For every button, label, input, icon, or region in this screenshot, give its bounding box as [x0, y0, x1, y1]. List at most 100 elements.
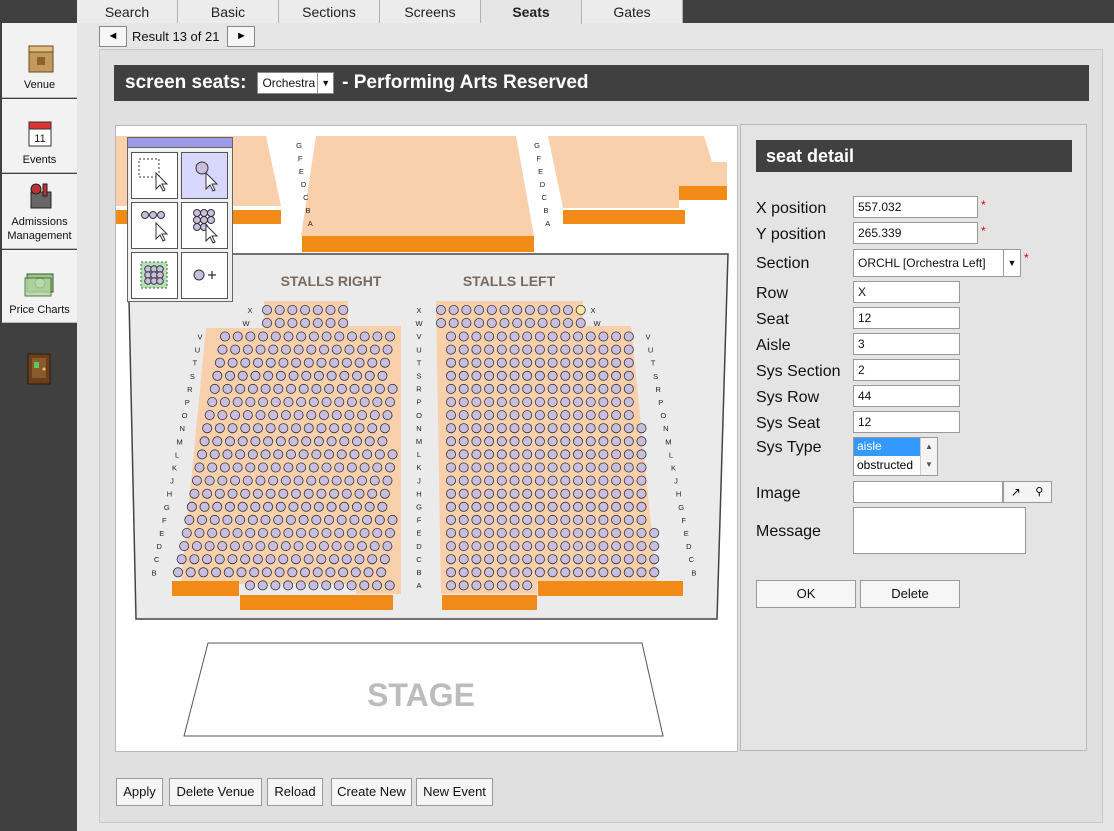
- tab-screens[interactable]: Screens: [380, 0, 481, 23]
- seat[interactable]: [240, 554, 251, 565]
- seat[interactable]: [316, 488, 327, 499]
- seat[interactable]: [547, 501, 558, 512]
- seat[interactable]: [562, 304, 573, 315]
- seat[interactable]: [232, 331, 243, 342]
- seat[interactable]: [199, 436, 210, 447]
- seat[interactable]: [598, 462, 609, 473]
- seat[interactable]: [445, 462, 456, 473]
- seat[interactable]: [280, 475, 291, 486]
- seat[interactable]: [299, 567, 310, 578]
- seat[interactable]: [458, 344, 469, 355]
- seat[interactable]: [461, 304, 472, 315]
- seat[interactable]: [240, 423, 251, 434]
- seat[interactable]: [274, 304, 285, 315]
- seat[interactable]: [349, 383, 360, 394]
- seat[interactable]: [572, 488, 583, 499]
- seat[interactable]: [209, 449, 220, 460]
- ok-button[interactable]: OK: [756, 580, 856, 608]
- seat[interactable]: [326, 436, 337, 447]
- seat[interactable]: [237, 501, 248, 512]
- seat[interactable]: [242, 344, 253, 355]
- aisle-input[interactable]: 3: [853, 333, 960, 355]
- seat[interactable]: [202, 488, 213, 499]
- seat[interactable]: [235, 449, 246, 460]
- seat[interactable]: [287, 567, 298, 578]
- seat[interactable]: [547, 554, 558, 565]
- seat[interactable]: [458, 449, 469, 460]
- seat[interactable]: [534, 554, 545, 565]
- seat[interactable]: [257, 462, 268, 473]
- seat[interactable]: [623, 527, 634, 538]
- seat[interactable]: [509, 580, 520, 591]
- seat[interactable]: [458, 383, 469, 394]
- seat[interactable]: [369, 475, 380, 486]
- seat[interactable]: [325, 317, 336, 328]
- seat[interactable]: [623, 344, 634, 355]
- seat[interactable]: [649, 541, 660, 552]
- seat[interactable]: [255, 410, 266, 421]
- seat[interactable]: [611, 410, 622, 421]
- seat[interactable]: [362, 449, 373, 460]
- seat[interactable]: [316, 357, 327, 368]
- exit-door-icon[interactable]: [26, 353, 52, 385]
- seat[interactable]: [611, 370, 622, 381]
- seat[interactable]: [547, 567, 558, 578]
- seat[interactable]: [509, 410, 520, 421]
- seat[interactable]: [572, 370, 583, 381]
- seat[interactable]: [560, 449, 571, 460]
- seat[interactable]: [217, 410, 228, 421]
- seat[interactable]: [232, 462, 243, 473]
- seat[interactable]: [333, 580, 344, 591]
- seat[interactable]: [585, 344, 596, 355]
- seat[interactable]: [496, 357, 507, 368]
- seat[interactable]: [435, 304, 446, 315]
- seat[interactable]: [458, 514, 469, 525]
- seat[interactable]: [261, 304, 272, 315]
- seat[interactable]: [509, 357, 520, 368]
- seat[interactable]: [445, 541, 456, 552]
- seat[interactable]: [522, 436, 533, 447]
- seat[interactable]: [207, 527, 218, 538]
- seat[interactable]: [522, 475, 533, 486]
- seat[interactable]: [560, 357, 571, 368]
- seat[interactable]: [445, 554, 456, 565]
- seat[interactable]: [534, 527, 545, 538]
- seat[interactable]: [354, 357, 365, 368]
- seat[interactable]: [623, 357, 634, 368]
- seat[interactable]: [484, 370, 495, 381]
- seat[interactable]: [384, 527, 395, 538]
- seat[interactable]: [547, 436, 558, 447]
- seat[interactable]: [623, 370, 634, 381]
- seat[interactable]: [346, 462, 357, 473]
- seat[interactable]: [560, 501, 571, 512]
- seat[interactable]: [458, 410, 469, 421]
- seat[interactable]: [522, 462, 533, 473]
- seat[interactable]: [484, 436, 495, 447]
- seat[interactable]: [265, 488, 276, 499]
- seat[interactable]: [585, 514, 596, 525]
- seat[interactable]: [471, 396, 482, 407]
- seat[interactable]: [312, 304, 323, 315]
- seat[interactable]: [217, 344, 228, 355]
- seat[interactable]: [260, 514, 271, 525]
- seat[interactable]: [471, 410, 482, 421]
- seat[interactable]: [245, 527, 256, 538]
- seat[interactable]: [245, 396, 256, 407]
- seat[interactable]: [611, 436, 622, 447]
- seat[interactable]: [636, 449, 647, 460]
- seat[interactable]: [344, 344, 355, 355]
- seat[interactable]: [458, 567, 469, 578]
- seat[interactable]: [534, 423, 545, 434]
- seat[interactable]: [598, 436, 609, 447]
- seat[interactable]: [509, 567, 520, 578]
- seat[interactable]: [534, 436, 545, 447]
- seat[interactable]: [316, 423, 327, 434]
- seat[interactable]: [278, 554, 289, 565]
- seat[interactable]: [325, 304, 336, 315]
- seat[interactable]: [313, 501, 324, 512]
- seat[interactable]: [240, 488, 251, 499]
- seat[interactable]: [186, 501, 197, 512]
- seat[interactable]: [560, 436, 571, 447]
- seat[interactable]: [611, 357, 622, 368]
- seat[interactable]: [260, 449, 271, 460]
